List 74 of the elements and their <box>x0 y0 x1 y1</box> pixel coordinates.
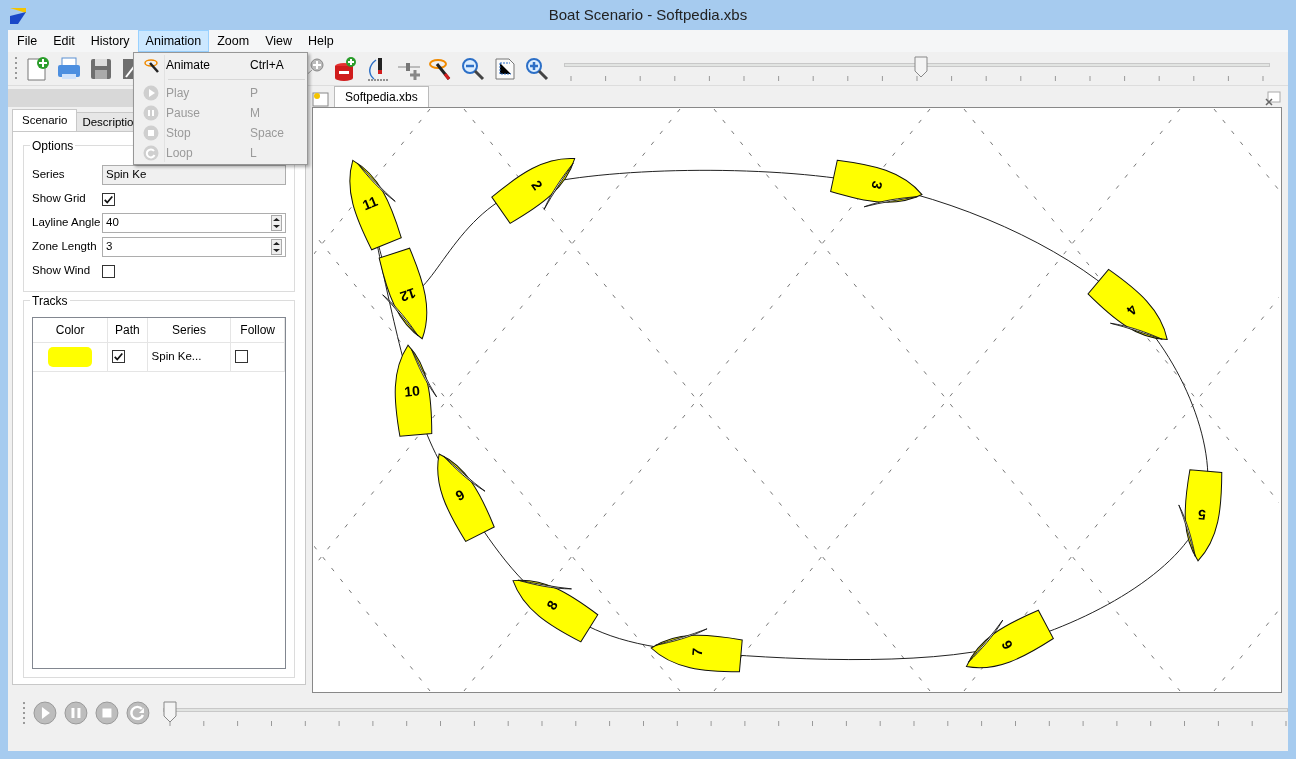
boat[interactable] <box>491 158 576 224</box>
pause-icon <box>143 105 159 121</box>
time-slider[interactable] <box>564 55 1270 82</box>
checkbox[interactable] <box>102 192 115 206</box>
play-icon[interactable] <box>33 701 57 725</box>
stop-icon[interactable] <box>94 701 119 725</box>
boat-number: 6 <box>998 637 1016 653</box>
boat-number: 8 <box>543 597 561 613</box>
app-logo-icon <box>8 6 28 26</box>
column-header[interactable]: Follow <box>230 318 285 342</box>
boat[interactable] <box>394 344 437 437</box>
table-cell: Spin Ke... <box>147 342 231 371</box>
slider-thumb[interactable] <box>914 55 929 78</box>
boat-number: 11 <box>360 192 380 214</box>
panel-tab[interactable]: Scenario <box>12 109 78 131</box>
new-document-icon[interactable] <box>24 55 50 82</box>
pause-icon[interactable] <box>63 701 88 725</box>
time-slider[interactable] <box>162 701 1288 727</box>
toolbar-grip-icon <box>22 701 26 727</box>
checkbox[interactable] <box>235 350 249 363</box>
boat[interactable] <box>830 159 923 208</box>
fit-page-icon[interactable] <box>492 55 518 82</box>
menu-item[interactable]: Edit <box>45 30 83 52</box>
boat-number: 3 <box>868 179 886 191</box>
add-mark-icon[interactable] <box>332 55 358 82</box>
column-header[interactable]: Series <box>147 318 231 342</box>
boat-number: 4 <box>1123 301 1141 319</box>
checkbox[interactable] <box>112 350 126 363</box>
spin-box[interactable]: 3 <box>102 237 286 257</box>
menu-item[interactable]: Zoom <box>209 30 258 52</box>
series-field[interactable]: Spin Ke <box>102 165 286 185</box>
zoom-out-icon[interactable] <box>460 55 486 82</box>
magic-wand-icon <box>143 57 159 73</box>
field-label: Layline Angle <box>32 215 102 231</box>
loop-icon <box>143 145 159 161</box>
document-tab[interactable]: Softpedia.xbs <box>334 86 429 107</box>
menu-option[interactable]: Animate Ctrl+A <box>136 54 305 76</box>
menu-item[interactable]: View <box>257 30 301 52</box>
stop-icon <box>143 125 159 141</box>
zoom-in-icon[interactable] <box>524 55 550 82</box>
boat[interactable] <box>1087 268 1168 341</box>
printer-icon[interactable] <box>56 55 82 82</box>
boat[interactable] <box>349 159 402 251</box>
window-title: Boat Scenario - Softpedia.xbs <box>548 5 748 25</box>
toolbar-grip-icon <box>14 55 18 82</box>
boat-number: 2 <box>528 177 546 193</box>
spin-box[interactable]: 40 <box>102 213 286 233</box>
play-icon <box>143 85 159 101</box>
close-document-icon[interactable] <box>1264 91 1282 107</box>
boat-number: 12 <box>398 285 418 305</box>
checkbox[interactable] <box>102 264 115 278</box>
column-header[interactable]: Color <box>33 318 108 342</box>
menu-item[interactable]: Help <box>300 30 342 52</box>
slider-thumb[interactable] <box>162 701 177 723</box>
boat[interactable] <box>512 579 599 643</box>
boat-number: 7 <box>688 647 706 657</box>
menu-item[interactable]: File <box>9 30 46 52</box>
field-label: Show Grid <box>32 191 87 207</box>
boat[interactable] <box>378 247 428 340</box>
field-label: Show Wind <box>32 263 92 279</box>
column-header[interactable]: Path <box>107 318 148 342</box>
boat[interactable] <box>1178 469 1223 562</box>
boat[interactable] <box>965 609 1054 669</box>
boat[interactable] <box>650 628 743 673</box>
color-swatch[interactable] <box>48 346 93 367</box>
boat-number: 5 <box>1197 506 1207 524</box>
menu-item[interactable]: Animation <box>137 30 210 52</box>
boat-number: 9 <box>452 486 468 504</box>
field-label: Zone Length <box>32 239 98 255</box>
boat[interactable] <box>437 453 495 542</box>
field-label: Series <box>32 167 66 183</box>
loop-icon[interactable] <box>125 701 150 725</box>
boat-number: 10 <box>403 382 421 400</box>
menu-item[interactable]: History <box>82 30 138 52</box>
